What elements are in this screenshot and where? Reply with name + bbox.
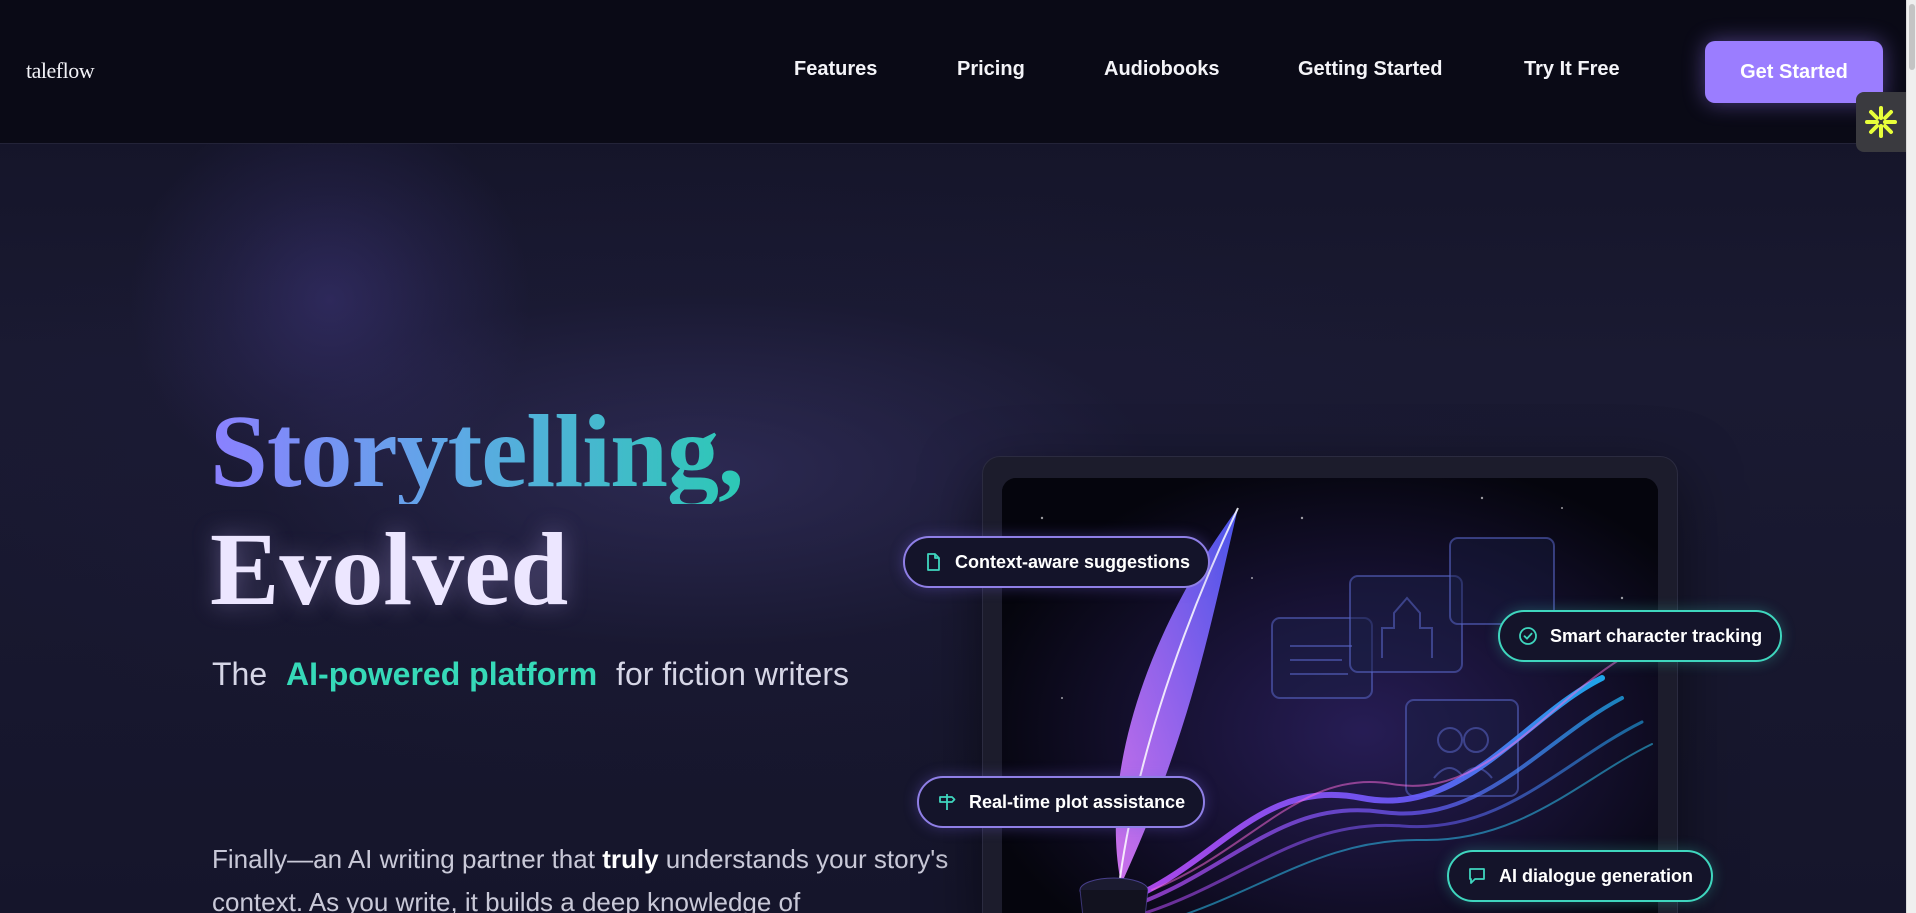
page: taleflow Features Pricing Audiobooks Get… bbox=[0, 0, 1906, 913]
feature-pill-context-aware: Context-aware suggestions bbox=[903, 536, 1211, 588]
feature-pill-character-tracking: Smart character tracking bbox=[1498, 610, 1783, 662]
subtitle-prefix: The bbox=[212, 656, 268, 692]
feature-pill-dialogue-generation: AI dialogue generation bbox=[1447, 850, 1714, 902]
feature-label: Context-aware suggestions bbox=[955, 551, 1191, 572]
page-scrollbar[interactable] bbox=[1906, 0, 1916, 913]
hero-description: Finally—an AI writing partner that truly… bbox=[212, 838, 952, 913]
asterisk-icon bbox=[1865, 106, 1897, 138]
chat-bubble-icon bbox=[1467, 866, 1487, 886]
feature-label: Real-time plot assistance bbox=[969, 791, 1186, 812]
signpost-icon bbox=[937, 792, 957, 812]
feature-pill-plot-assistance: Real-time plot assistance bbox=[917, 776, 1206, 828]
check-circle-icon bbox=[1518, 626, 1538, 646]
hero-headline-line1: Storytelling, bbox=[210, 394, 744, 509]
feature-label: Smart character tracking bbox=[1550, 625, 1763, 646]
subtitle-accent: AI-powered platform bbox=[286, 656, 598, 692]
get-started-button[interactable]: Get Started bbox=[1705, 41, 1883, 103]
nav-link-features[interactable]: Features bbox=[794, 58, 877, 81]
hero-headline-line2: Evolved bbox=[210, 512, 569, 627]
description-bold: truly bbox=[602, 844, 659, 874]
assistant-widget-button[interactable] bbox=[1856, 92, 1906, 152]
scrollbar-thumb[interactable] bbox=[1909, 4, 1915, 70]
feature-label: AI dialogue generation bbox=[1499, 865, 1694, 886]
hero-subtitle: The AI-powered platform for fiction writ… bbox=[212, 656, 859, 693]
nav-link-getting-started[interactable]: Getting Started bbox=[1298, 58, 1442, 81]
description-part1: Finally—an AI writing partner that bbox=[212, 844, 603, 874]
site-header: taleflow Features Pricing Audiobooks Get… bbox=[0, 0, 1906, 144]
document-icon bbox=[923, 552, 943, 572]
nav-link-audiobooks[interactable]: Audiobooks bbox=[1104, 58, 1220, 81]
subtitle-suffix: for fiction writers bbox=[616, 656, 849, 692]
nav-link-try-it-free[interactable]: Try It Free bbox=[1524, 58, 1620, 81]
logo[interactable]: taleflow bbox=[26, 58, 95, 84]
nav-link-pricing[interactable]: Pricing bbox=[957, 58, 1025, 81]
